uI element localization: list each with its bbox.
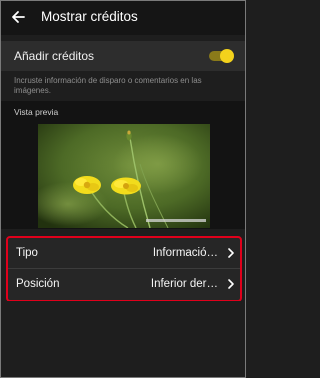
app-bar: Mostrar créditos xyxy=(1,1,245,35)
empty-area xyxy=(1,301,245,377)
chevron-right-icon xyxy=(228,248,234,258)
credit-settings-group: Tipo Informació… Posición Inferior der… xyxy=(6,236,242,302)
description-text: Incruste información de disparo o coment… xyxy=(14,76,202,95)
toggle-knob xyxy=(220,49,234,63)
setting-label-type: Tipo xyxy=(16,247,38,259)
arrow-left-icon xyxy=(12,11,25,23)
back-button[interactable] xyxy=(7,6,31,28)
setting-row-position[interactable]: Posición Inferior der… xyxy=(8,269,240,299)
preview-image xyxy=(28,124,210,229)
preview-label: Vista previa xyxy=(14,107,59,117)
screen: Mostrar créditos Añadir créditos Incrust… xyxy=(0,0,246,378)
add-credits-toggle[interactable] xyxy=(209,49,234,63)
add-credits-label: Añadir créditos xyxy=(14,49,95,63)
flower-photo xyxy=(28,124,210,229)
setting-value-type: Informació… xyxy=(152,247,218,259)
setting-value-position: Inferior der… xyxy=(150,278,218,290)
chevron-right-icon xyxy=(228,279,234,289)
add-credits-row[interactable]: Añadir créditos xyxy=(1,41,245,71)
page-title: Mostrar créditos xyxy=(41,9,138,24)
setting-row-type[interactable]: Tipo Informació… xyxy=(8,238,240,269)
setting-label-position: Posición xyxy=(16,278,60,290)
